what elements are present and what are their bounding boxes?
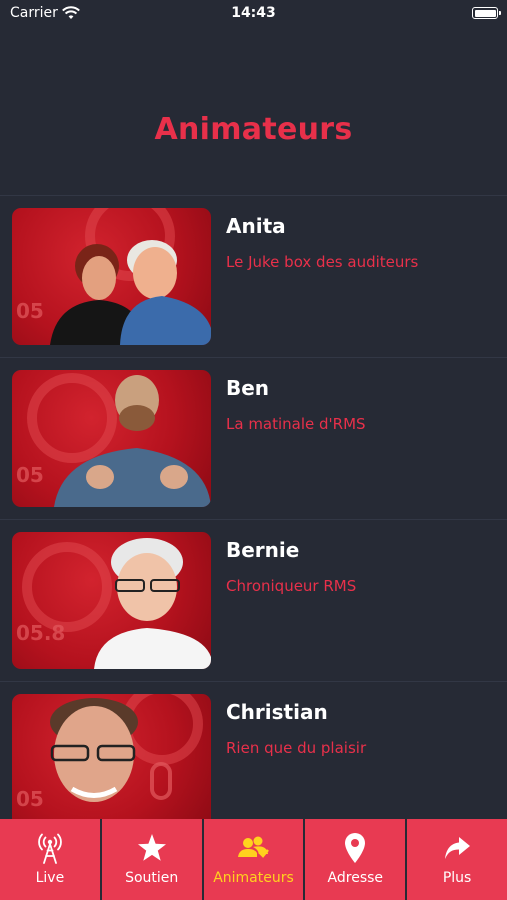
tab-label: Plus	[442, 870, 472, 886]
host-name: Christian	[226, 700, 328, 724]
svg-text:05: 05	[16, 787, 44, 811]
svg-text:05.8: 05.8	[16, 621, 65, 645]
tab-live[interactable]: Live	[0, 819, 100, 900]
host-show: Rien que du plaisir	[226, 739, 367, 757]
host-row-anita[interactable]: 05 Anita Le Juke box des auditeurs	[0, 195, 507, 357]
host-photo: 05	[12, 208, 211, 345]
tab-label: Animateurs	[213, 870, 294, 886]
clock: 14:43	[231, 5, 276, 21]
host-row-bernie[interactable]: 05.8 Bernie Chroniqueur RMS	[0, 519, 507, 681]
host-show: Le Juke box des auditeurs	[226, 253, 419, 271]
host-name: Bernie	[226, 538, 300, 562]
tab-animateurs[interactable]: Animateurs	[203, 819, 304, 900]
status-bar: Carrier 14:43	[0, 0, 507, 30]
star-icon	[137, 832, 167, 864]
host-show: La matinale d'RMS	[226, 415, 366, 433]
host-name: Anita	[226, 214, 286, 238]
users-icon	[237, 832, 270, 864]
tab-label: Live	[35, 870, 65, 886]
host-name: Ben	[226, 376, 270, 400]
antenna-icon	[36, 832, 64, 864]
host-photo: 05	[12, 694, 211, 831]
hosts-list: 05 Anita Le Juke box des auditeurs 05 Be…	[0, 195, 507, 843]
host-show: Chroniqueur RMS	[226, 577, 357, 595]
tab-bar: Live Soutien Animateurs Adresse Plus	[0, 819, 507, 900]
svg-text:05: 05	[16, 299, 44, 323]
tab-label: Soutien	[125, 870, 179, 886]
share-arrow-icon	[443, 832, 471, 864]
battery-icon	[472, 7, 501, 19]
page-title: Animateurs	[154, 112, 353, 147]
tab-label: Adresse	[327, 870, 384, 886]
svg-text:05: 05	[16, 463, 44, 487]
map-pin-icon	[344, 832, 366, 864]
tab-soutien[interactable]: Soutien	[101, 819, 202, 900]
tab-adresse[interactable]: Adresse	[305, 819, 406, 900]
tab-plus[interactable]: Plus	[407, 819, 507, 900]
host-photo: 05	[12, 370, 211, 507]
host-row-ben[interactable]: 05 Ben La matinale d'RMS	[0, 357, 507, 519]
host-photo: 05.8	[12, 532, 211, 669]
